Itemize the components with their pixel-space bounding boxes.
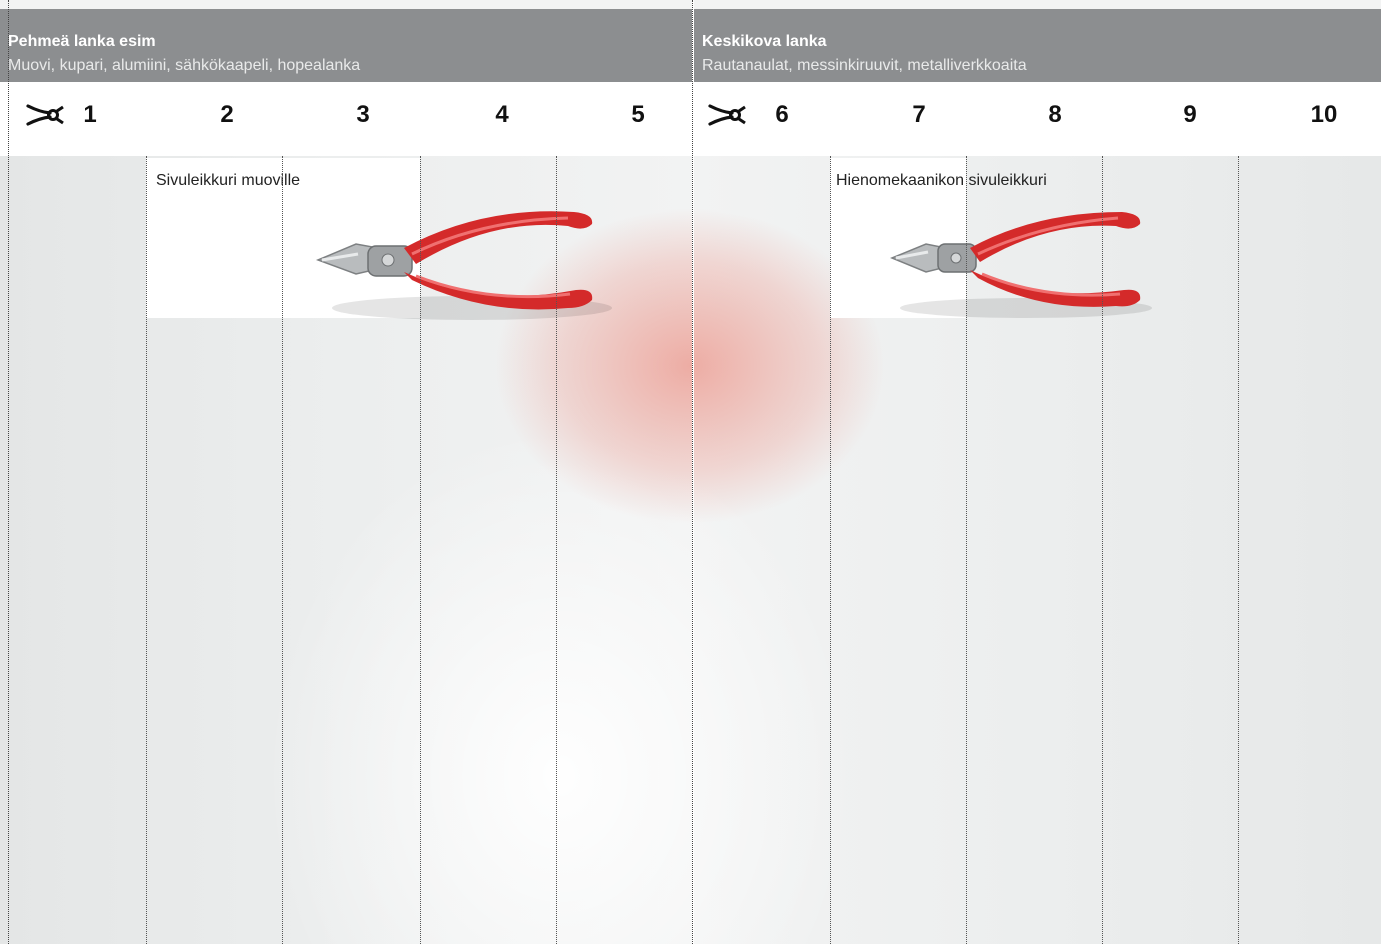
column-divider <box>282 156 283 944</box>
section-title: Keskikova lanka <box>702 33 827 50</box>
column-divider <box>1238 156 1239 944</box>
scale-number-9: 9 <box>1183 101 1197 128</box>
page-cut-line <box>8 0 9 944</box>
tool-label: Sivuleikkuri muoville <box>156 172 301 189</box>
section-subtitle: Muovi, kupari, alumiini, sähkökaapeli, h… <box>8 57 361 74</box>
scissors-icon <box>708 104 746 126</box>
scale-number-4: 4 <box>495 101 509 128</box>
section-soft-wire: Pehmeä lanka esim Muovi, kupari, alumiin… <box>0 0 692 944</box>
scale-number-3: 3 <box>356 101 370 128</box>
column-divider <box>1102 156 1103 944</box>
section-header: Keskikova lanka Rautanaulat, messinkiruu… <box>694 9 1381 82</box>
side-cutter-pliers-icon[interactable] <box>886 204 1162 328</box>
scale-number-8: 8 <box>1048 101 1062 128</box>
section-medium-wire: Keskikova lanka Rautanaulat, messinkiruu… <box>694 0 1381 944</box>
scissors-icon <box>26 104 64 126</box>
column-divider <box>420 156 421 944</box>
column-divider <box>556 156 557 944</box>
scale-number-10: 10 <box>1310 101 1338 128</box>
scale-number-6: 6 <box>775 101 789 128</box>
column-divider <box>830 156 831 944</box>
scale-number-7: 7 <box>912 101 926 128</box>
section-header: Pehmeä lanka esim Muovi, kupari, alumiin… <box>0 9 692 82</box>
tool-label: Hienomekaanikon sivuleikkuri <box>836 172 1047 189</box>
side-cutter-pliers-icon[interactable] <box>312 196 622 336</box>
scale-number-1: 1 <box>83 101 97 128</box>
column-divider <box>966 156 967 944</box>
section-subtitle: Rautanaulat, messinkiruuvit, metalliverk… <box>702 57 1027 74</box>
section-title: Pehmeä lanka esim <box>8 33 156 50</box>
column-divider <box>146 156 147 944</box>
section-cut-line <box>692 0 693 944</box>
scale-number-5: 5 <box>631 101 645 128</box>
scale-number-2: 2 <box>220 101 234 128</box>
